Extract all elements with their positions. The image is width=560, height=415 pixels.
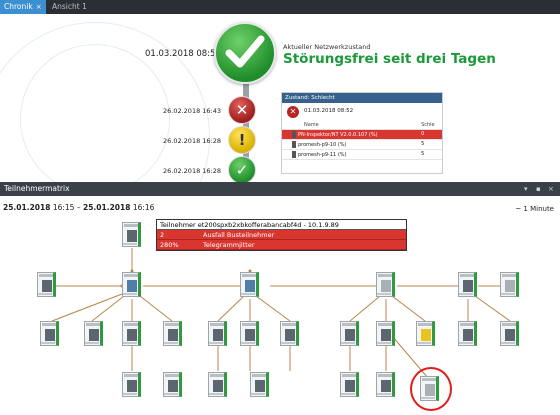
tooltip-value: 280%: [160, 241, 179, 249]
tab-chronik[interactable]: Chronik ×: [0, 0, 46, 14]
device-node[interactable]: [208, 321, 227, 346]
table-row[interactable]: promesh-p9-10 (%) 5: [282, 139, 442, 150]
device-node[interactable]: [40, 321, 59, 346]
device-node[interactable]: [163, 321, 182, 346]
ok-icon[interactable]: ✓: [228, 156, 256, 182]
device-node[interactable]: [208, 372, 227, 397]
matrix-pane: 25.01.2018 16:15 – 25.01.2018 16:16 ~ 1 …: [0, 196, 560, 415]
device-node[interactable]: [84, 321, 103, 346]
device-tooltip: Teilnehmer et200spxb2xbkofferabancabf4d …: [156, 219, 407, 251]
status-subtitle: Aktueller Netzwerkzustand: [283, 43, 371, 51]
row-value: 5: [419, 139, 442, 150]
device-node[interactable]: [500, 321, 519, 346]
event-date: 26.02.2018 16:43: [163, 107, 222, 115]
row-name: PN-Inspektor/NT V2.0.0.107 (%): [298, 131, 378, 138]
device-node[interactable]: [122, 222, 141, 247]
device-node[interactable]: [458, 321, 477, 346]
globe-watermark-inner: [20, 44, 170, 182]
big-checkmark-icon: [214, 22, 276, 84]
tooltip-value: 2: [160, 231, 165, 239]
dropdown-icon[interactable]: ▾: [524, 182, 528, 196]
card-summary: ✕ 01.03.2018 08:52: [282, 103, 442, 121]
card-date: 01.03.2018 08:52: [304, 108, 354, 114]
error-icon[interactable]: ✕: [228, 96, 256, 124]
event-detail-card: Zustand: Schlecht ✕ 01.03.2018 08:52 Nam…: [281, 92, 443, 174]
row-value: 5: [419, 149, 442, 160]
device-node[interactable]: [500, 272, 519, 297]
fault-highlight-circle: [410, 367, 452, 411]
column-header-name: Name: [290, 121, 420, 130]
switch-node[interactable]: [240, 272, 259, 297]
switch-node[interactable]: [122, 272, 141, 297]
device-node[interactable]: [163, 372, 182, 397]
switch-node[interactable]: [376, 272, 395, 297]
tab-chronik-label: Chronik: [4, 2, 33, 11]
tooltip-message: Ausfall Busteilnehmer: [203, 231, 275, 239]
status-title: Störungsfrei seit drei Tagen: [283, 51, 496, 67]
close-panel-icon[interactable]: ×: [548, 182, 554, 196]
table-row[interactable]: promesh-p9-11 (%) 5: [282, 149, 442, 160]
device-node[interactable]: [250, 372, 269, 397]
panel-title: Teilnehmermatrix: [4, 184, 70, 193]
device-node[interactable]: [122, 321, 141, 346]
row-name: promesh-p9-10 (%): [298, 141, 347, 148]
tooltip-header: Teilnehmer et200spxb2xbkofferabancabf4d …: [157, 220, 406, 239]
document-tab-bar: Chronik × Ansicht 1: [0, 0, 560, 14]
device-node[interactable]: [340, 372, 359, 397]
device-node[interactable]: [37, 272, 56, 297]
device-node[interactable]: [240, 321, 259, 346]
device-node[interactable]: [416, 321, 435, 346]
current-date: 01.03.2018 08:52: [145, 49, 221, 59]
device-icon: [292, 140, 296, 148]
device-node[interactable]: [340, 321, 359, 346]
warning-icon[interactable]: !: [228, 126, 256, 154]
event-date: 26.02.2018 16:28: [163, 137, 222, 145]
float-icon[interactable]: ▪: [536, 182, 541, 196]
event-date: 26.02.2018 16:28: [163, 167, 222, 175]
table-row[interactable]: PN-Inspektor/NT V2.0.0.107 (%) 0: [282, 129, 442, 140]
device-node[interactable]: [280, 321, 299, 346]
device-node[interactable]: [122, 372, 141, 397]
tooltip-row: 2 Ausfall Busteilnehmer: [157, 230, 406, 240]
device-node[interactable]: [376, 372, 395, 397]
row-value: 0: [419, 129, 442, 140]
switch-node[interactable]: [458, 272, 477, 297]
tab-ansicht-1[interactable]: Ansicht 1: [48, 0, 108, 14]
error-small-icon: ✕: [287, 106, 299, 118]
card-header: Zustand: Schlecht: [282, 93, 442, 103]
device-icon: [292, 130, 296, 138]
row-name: promesh-p9-11 (%): [298, 151, 347, 158]
device-node[interactable]: [376, 321, 395, 346]
close-tab-icon[interactable]: ×: [36, 3, 42, 11]
chronik-pane: 01.03.2018 08:52 Aktueller Netzwerkzusta…: [0, 14, 560, 182]
tooltip-row: 280% Telegrammjitter: [157, 240, 406, 250]
card-table: Name Schle PN-Inspektor/NT V2.0.0.107 (%…: [282, 121, 442, 160]
column-header-value: Schle: [419, 121, 442, 130]
matrix-panel-header: Teilnehmermatrix ▾ ▪ ×: [0, 182, 560, 196]
tooltip-message: Telegrammjitter: [203, 241, 255, 249]
tab-ansicht-1-label: Ansicht 1: [52, 2, 87, 11]
device-icon: [292, 150, 296, 158]
